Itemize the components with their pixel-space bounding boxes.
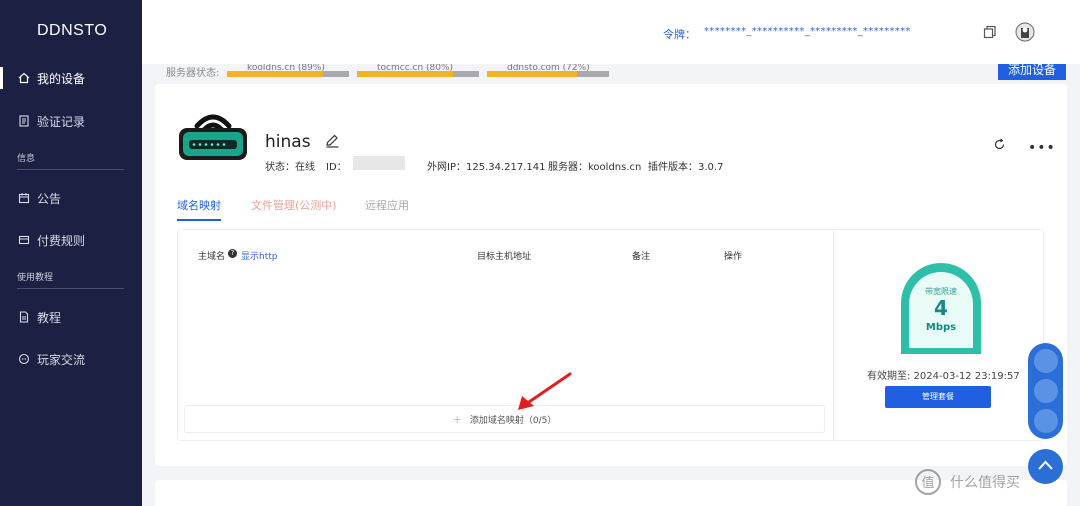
add-domain-mapping-label: 添加域名映射（0/5） (469, 415, 557, 426)
gauge-value: 4 (934, 296, 948, 320)
file-icon (17, 310, 31, 324)
panel-divider (833, 230, 834, 440)
manage-plan-button[interactable]: 管理套餐 (885, 386, 991, 408)
server-bar-tocmcc: tocmcc.cn (80%) (357, 64, 479, 77)
watermark: 值 什么值得买 (914, 466, 1080, 498)
card-icon (17, 233, 31, 247)
sidebar-item-label: 验证记录 (37, 114, 86, 129)
show-http-link[interactable]: 显示http (241, 249, 277, 262)
col-host: 主域名 (198, 252, 226, 262)
sidebar-item-notice[interactable]: 公告 (0, 185, 142, 211)
sidebar-item-label: 公告 (37, 191, 62, 206)
device-name: hinas (265, 132, 311, 152)
sidebar-item-my-devices[interactable]: 我的设备 (0, 65, 142, 91)
server-status-label: 服务器状态: (166, 68, 220, 79)
device-id-label: ID： (326, 162, 347, 173)
float-mail-icon[interactable] (1034, 409, 1058, 433)
mapping-panel: 主域名 ? 显示http 目标主机地址 备注 操作 + 添加域名映射（0/5） … (177, 229, 1044, 441)
tab-remote-apps[interactable]: 远程应用 (365, 197, 409, 213)
top-bar: 令牌： ********_**********_*********_******… (142, 0, 1080, 64)
add-device-button[interactable]: 添加设备 (998, 64, 1066, 80)
plan-expiry: 有效期至: 2024-03-12 23:19:57 (867, 371, 1020, 382)
chat-icon (17, 352, 31, 366)
col-target: 目标主机地址 (477, 252, 532, 262)
sidebar-item-pricing[interactable]: 付费规则 (0, 227, 142, 253)
device-plugin-version: 插件版本：3.0.7 (648, 162, 724, 173)
gauge-unit: Mbps (925, 322, 957, 333)
add-domain-mapping-button[interactable]: + 添加域名映射（0/5） (184, 405, 825, 433)
sidebar-section-info: 信息 (17, 151, 124, 170)
float-stats-icon[interactable] (1034, 349, 1058, 373)
tab-domain-mapping[interactable]: 域名映射 (177, 197, 221, 221)
document-icon (17, 114, 31, 128)
watermark-logo-icon: 值 (915, 469, 941, 495)
server-bar-ddnsto: ddnsto.com (72%) (487, 64, 609, 77)
device-card: hinas 状态：在线 ID： 外网IP：125.34.217.141 服务器：… (155, 84, 1067, 466)
device-status: 状态：在线 (265, 162, 315, 173)
sidebar-item-label: 玩家交流 (37, 352, 86, 367)
sidebar-section-guide: 使用教程 (17, 270, 124, 289)
edit-icon[interactable] (325, 133, 341, 149)
token-value[interactable]: ********_**********_*********_********* (704, 26, 911, 37)
annotation-arrow (518, 372, 572, 410)
sidebar-item-verify-log[interactable]: 验证记录 (0, 108, 142, 134)
server-bar-kooldns: kooldns.cn (89%) (227, 64, 349, 77)
col-action: 操作 (724, 252, 743, 262)
calendar-icon (17, 191, 31, 205)
more-options-icon[interactable]: ••• (1028, 140, 1056, 156)
col-remark: 备注 (632, 252, 651, 262)
sidebar-item-community[interactable]: 玩家交流 (0, 346, 142, 372)
svg-text:值: 值 (921, 475, 934, 491)
floating-action-bar (1028, 343, 1063, 439)
device-server: 服务器：kooldns.cn (548, 162, 642, 173)
sidebar-item-label: 付费规则 (37, 233, 86, 248)
plus-icon: + (452, 412, 462, 426)
token-label: 令牌： (663, 28, 696, 41)
sidebar-item-tutorial[interactable]: 教程 (0, 304, 142, 330)
copy-icon[interactable] (983, 24, 999, 40)
tab-file-manager[interactable]: 文件管理(公测中) (251, 197, 337, 213)
refresh-icon[interactable] (993, 136, 1007, 150)
float-chat-icon[interactable] (1034, 379, 1058, 403)
device-public-ip: 外网IP：125.34.217.141 (427, 162, 546, 173)
help-icon[interactable]: ? (228, 249, 237, 258)
user-avatar-icon[interactable] (1015, 22, 1035, 42)
server-status-strip: 服务器状态: kooldns.cn (89%) tocmcc.cn (80%) … (142, 64, 1080, 80)
sidebar: DDNSTO 我的设备 验证记录 信息 公告 付费规则 使用教程 教程 玩家交流 (0, 0, 142, 506)
sidebar-item-label: 我的设备 (37, 71, 86, 86)
home-icon (17, 71, 31, 85)
brand-logo: DDNSTO (37, 22, 108, 39)
watermark-text: 什么值得买 (950, 475, 1020, 491)
router-icon (179, 114, 247, 160)
device-id-redacted (353, 156, 405, 170)
sidebar-item-label: 教程 (37, 310, 62, 325)
